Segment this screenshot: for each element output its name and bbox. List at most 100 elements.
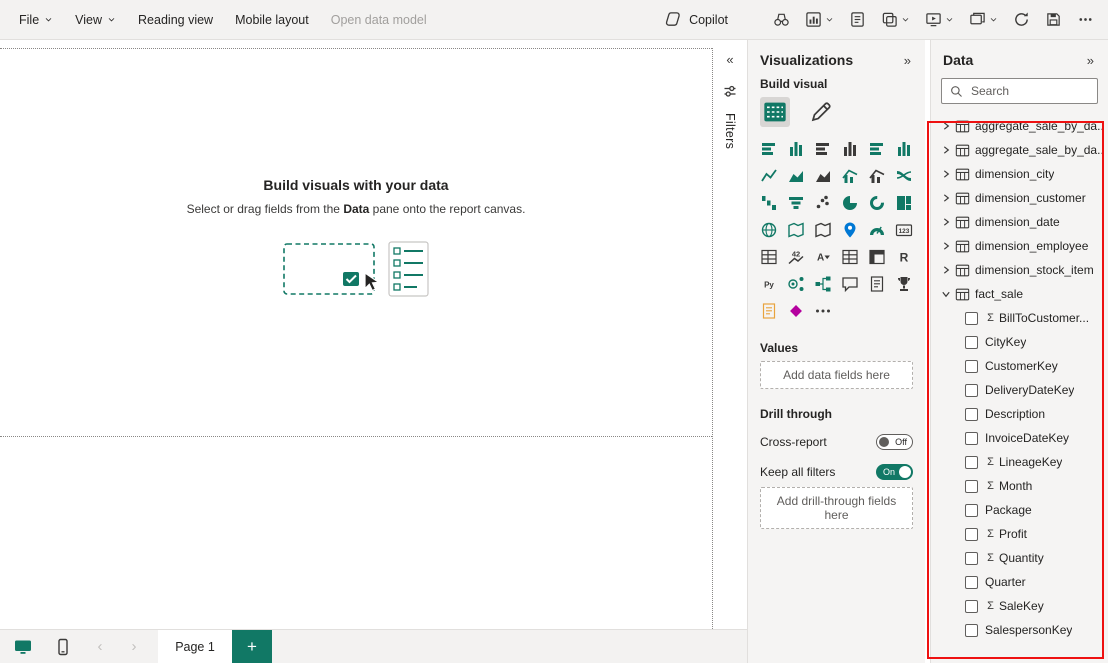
- report-canvas[interactable]: Build visuals with your data Select or d…: [0, 48, 712, 437]
- field-checkbox[interactable]: [965, 527, 978, 541]
- field-row-invoicedatekey[interactable]: InvoiceDateKey: [931, 426, 1108, 450]
- add-page-button[interactable]: +: [232, 630, 272, 663]
- map-icon[interactable]: [758, 220, 781, 240]
- clustered-column-chart-icon[interactable]: [839, 139, 862, 159]
- qa-visual-icon[interactable]: [839, 274, 862, 294]
- field-checkbox[interactable]: [965, 455, 978, 469]
- table-row-aggregate-sale-by-da[interactable]: aggregate_sale_by_da...: [931, 114, 1108, 138]
- collapse-data-button[interactable]: »: [1085, 53, 1096, 68]
- menu-reading-view[interactable]: Reading view: [127, 7, 224, 33]
- scatter-chart-icon[interactable]: [812, 193, 835, 213]
- field-row-month[interactable]: Σ Month: [931, 474, 1108, 498]
- r-script-visual-icon[interactable]: R: [892, 247, 915, 267]
- chevron-collapsed-icon[interactable]: [939, 215, 953, 229]
- smart-narrative-icon[interactable]: [865, 274, 888, 294]
- collapse-visualizations-button[interactable]: »: [902, 53, 913, 68]
- chevron-collapsed-icon[interactable]: [939, 167, 953, 181]
- field-checkbox[interactable]: [965, 359, 978, 373]
- stacked-column-chart-icon[interactable]: [785, 139, 808, 159]
- 100-stacked-column-chart-icon[interactable]: [892, 139, 915, 159]
- presenter-mode-button[interactable]: [919, 6, 960, 33]
- field-row-salekey[interactable]: Σ SaleKey: [931, 594, 1108, 618]
- field-checkbox[interactable]: [965, 503, 978, 517]
- menu-open-data-model[interactable]: Open data model: [320, 7, 438, 33]
- field-row-quantity[interactable]: Σ Quantity: [931, 546, 1108, 570]
- chevron-expanded-icon[interactable]: [939, 287, 953, 301]
- buttons-button[interactable]: [875, 6, 916, 33]
- more-options-button[interactable]: [1071, 6, 1100, 33]
- refresh-button[interactable]: [1007, 6, 1036, 33]
- stacked-area-chart-icon[interactable]: [812, 166, 835, 186]
- field-row-quarter[interactable]: Quarter: [931, 570, 1108, 594]
- field-checkbox[interactable]: [965, 407, 978, 421]
- table-row-dimension-employee[interactable]: dimension_employee: [931, 234, 1108, 258]
- data-search-box[interactable]: [941, 78, 1098, 104]
- field-checkbox[interactable]: [965, 431, 978, 445]
- cross-report-toggle[interactable]: Off: [876, 434, 913, 450]
- table-icon[interactable]: [839, 247, 862, 267]
- field-checkbox[interactable]: [965, 479, 978, 493]
- matrix-icon[interactable]: [865, 247, 888, 267]
- table-row-dimension-city[interactable]: dimension_city: [931, 162, 1108, 186]
- field-checkbox[interactable]: [965, 383, 978, 397]
- field-row-package[interactable]: Package: [931, 498, 1108, 522]
- copilot-button[interactable]: Copilot: [655, 6, 738, 33]
- chevron-collapsed-icon[interactable]: [939, 143, 953, 157]
- table-row-dimension-customer[interactable]: dimension_customer: [931, 186, 1108, 210]
- clustered-bar-chart-icon[interactable]: [812, 139, 835, 159]
- field-row-billtocustomer[interactable]: Σ BillToCustomer...: [931, 306, 1108, 330]
- chevron-collapsed-icon[interactable]: [939, 119, 953, 133]
- filled-map-icon[interactable]: [785, 220, 808, 240]
- menu-mobile-layout[interactable]: Mobile layout: [224, 7, 320, 33]
- expand-filters-button[interactable]: «: [722, 50, 737, 69]
- field-checkbox[interactable]: [965, 335, 978, 349]
- mobile-view-button[interactable]: [52, 636, 74, 658]
- field-checkbox[interactable]: [965, 311, 978, 325]
- python-visual-icon[interactable]: Py: [758, 274, 781, 294]
- drill-through-field-well[interactable]: Add drill-through fields here: [760, 487, 913, 529]
- line-and-clustered-column-chart-icon[interactable]: [865, 166, 888, 186]
- metrics-icon[interactable]: [892, 274, 915, 294]
- ribbon-chart-icon[interactable]: [892, 166, 915, 186]
- area-chart-icon[interactable]: [785, 166, 808, 186]
- field-row-description[interactable]: Description: [931, 402, 1108, 426]
- keep-all-filters-toggle[interactable]: On: [876, 464, 913, 480]
- funnel-chart-icon[interactable]: [785, 193, 808, 213]
- field-row-customerkey[interactable]: CustomerKey: [931, 354, 1108, 378]
- table-row-dimension-date[interactable]: dimension_date: [931, 210, 1108, 234]
- stacked-bar-chart-icon[interactable]: [758, 139, 781, 159]
- build-visual-tab[interactable]: [760, 97, 790, 127]
- table-row-fact-sale[interactable]: fact_sale: [931, 282, 1108, 306]
- chevron-collapsed-icon[interactable]: [939, 263, 953, 277]
- previous-page-button[interactable]: ‹: [92, 638, 108, 655]
- line-chart-icon[interactable]: [758, 166, 781, 186]
- values-field-well[interactable]: Add data fields here: [760, 361, 913, 389]
- field-row-lineagekey[interactable]: Σ LineageKey: [931, 450, 1108, 474]
- search-input[interactable]: [969, 83, 1089, 99]
- paginated-report-icon[interactable]: [758, 301, 781, 321]
- chevron-collapsed-icon[interactable]: [939, 191, 953, 205]
- field-checkbox[interactable]: [965, 623, 978, 637]
- donut-chart-icon[interactable]: [865, 193, 888, 213]
- new-visual-button[interactable]: [799, 6, 840, 33]
- table-row-aggregate-sale-by-da[interactable]: aggregate_sale_by_da...: [931, 138, 1108, 162]
- field-checkbox[interactable]: [965, 575, 978, 589]
- field-row-profit[interactable]: Σ Profit: [931, 522, 1108, 546]
- gauge-icon[interactable]: [865, 220, 888, 240]
- pie-chart-icon[interactable]: [839, 193, 862, 213]
- card-icon[interactable]: 123: [892, 220, 915, 240]
- 100-stacked-bar-chart-icon[interactable]: [865, 139, 888, 159]
- next-page-button[interactable]: ›: [126, 638, 142, 655]
- save-button[interactable]: [1039, 6, 1068, 33]
- table-row-dimension-stock-item[interactable]: dimension_stock_item: [931, 258, 1108, 282]
- key-influencers-icon[interactable]: [785, 274, 808, 294]
- field-row-citykey[interactable]: CityKey: [931, 330, 1108, 354]
- decomposition-tree-icon[interactable]: [812, 274, 835, 294]
- kpi-icon[interactable]: 42: [785, 247, 808, 267]
- window-button[interactable]: [963, 6, 1004, 33]
- format-visual-tab[interactable]: [806, 97, 836, 127]
- binoculars-button[interactable]: [767, 6, 796, 33]
- notes-button[interactable]: [843, 6, 872, 33]
- multi-row-card-icon[interactable]: [758, 247, 781, 267]
- waterfall-chart-icon[interactable]: [758, 193, 781, 213]
